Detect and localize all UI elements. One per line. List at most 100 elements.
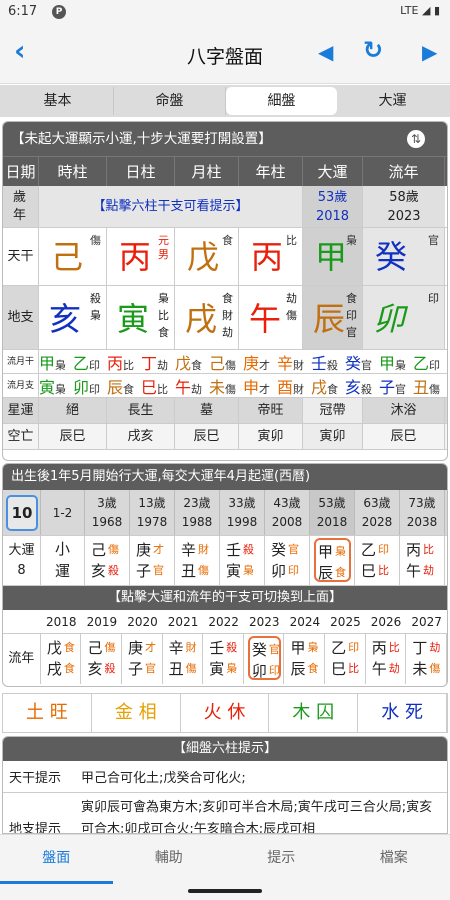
liuyue_gan-item[interactable]: 己傷	[209, 350, 243, 373]
liuyue_zhi-char: 巳	[141, 378, 158, 397]
dizhi-cell[interactable]: 午劫傷	[239, 286, 303, 349]
tiangan-cell[interactable]: 丙元男	[107, 228, 175, 285]
dayun-age-cell[interactable]: 53歲 2018	[303, 186, 363, 227]
liuyue_gan-item[interactable]: 壬殺	[311, 350, 345, 373]
tiangan-cell[interactable]: 甲梟	[303, 228, 363, 285]
nav-board[interactable]: 盤面	[0, 835, 113, 884]
liuyue_zhi-item[interactable]: 寅梟	[39, 374, 73, 397]
pillar-cell[interactable]: 癸官卯印	[265, 536, 310, 585]
tiangan-cell[interactable]: 己傷	[39, 228, 107, 285]
pillar-cell[interactable]: 乙印巳比	[355, 536, 400, 585]
pillar-cell[interactable]: 甲梟辰食	[284, 634, 326, 684]
pillar-gan-tag: 食	[63, 641, 75, 654]
liuyue_zhi-item[interactable]: 午劫	[175, 374, 209, 397]
pillar-gan: 己	[87, 639, 103, 657]
pillar-cell[interactable]: 己傷亥殺	[85, 536, 130, 585]
dizhi-cell[interactable]: 戌食財劫	[175, 286, 239, 349]
pillar-cell[interactable]: 丁劫未傷	[406, 634, 447, 684]
liuyue_zhi-item[interactable]: 子官	[379, 374, 413, 397]
liuyue_zhi-item[interactable]: 卯印	[73, 374, 107, 397]
liuyue_zhi-item[interactable]: 酉財	[277, 374, 311, 397]
column-header-5: 大運	[303, 157, 363, 186]
liuyue_zhi-item[interactable]: 戌食	[311, 374, 345, 397]
dayun-age-cell[interactable]: 43歲 2008	[265, 490, 310, 535]
dayun-age-cell[interactable]: 13歲 1978	[130, 490, 175, 535]
tab-chart[interactable]: 命盤	[114, 87, 226, 115]
pillar-cell[interactable]: 乙印巳比	[325, 634, 366, 684]
dizhi-cell[interactable]: 辰食印官	[303, 286, 363, 349]
pillar-cell[interactable]: 丙比午劫	[400, 536, 445, 585]
pillar-cell[interactable]: 丙比午劫	[366, 634, 407, 684]
dayun-age-cell[interactable]: 53歲 2018	[310, 490, 355, 535]
liuyue_gan-item[interactable]: 乙印	[73, 350, 107, 373]
tiangan-cell[interactable]: 癸官	[363, 228, 445, 285]
xiaoyun-cell[interactable]: 小運	[41, 536, 85, 585]
liuyue_gan-item[interactable]: 戊食	[175, 350, 209, 373]
dizhi-tag: 官	[346, 326, 357, 339]
dayun-age-cell[interactable]: 33歲 1998	[220, 490, 265, 535]
liuyue_gan-item[interactable]: 甲梟	[39, 350, 73, 373]
dizhi-char: 午	[249, 300, 282, 338]
refresh-icon[interactable]: ↻	[363, 36, 383, 64]
pillar-zhi: 子	[136, 562, 152, 580]
bottom-nav: 盤面 輔助 提示 檔案	[0, 834, 450, 884]
liuyue_gan-item[interactable]: 癸官	[345, 350, 379, 373]
liuyue_gan-item[interactable]: 乙印	[413, 350, 447, 373]
pillar-cell[interactable]: 辛財丑傷	[175, 536, 220, 585]
dizhi-cell[interactable]: 亥殺梟	[39, 286, 107, 349]
tiangan-tag: 官	[428, 234, 439, 247]
xiaoyun-label: 小運	[54, 540, 70, 580]
dizhi-cell[interactable]: 寅梟比食	[107, 286, 175, 349]
dayun-age-cell[interactable]: 3歲 1968	[85, 490, 130, 535]
pillar-cell[interactable]: 己傷亥殺	[81, 634, 123, 684]
pillar-cell[interactable]: 庚才子官	[122, 634, 163, 684]
liuyue_gan-char: 乙	[413, 354, 430, 373]
tab-detail[interactable]: 細盤	[226, 87, 337, 115]
dizhi-tag: 殺	[90, 292, 101, 305]
liuyue_zhi-tag: 食	[327, 383, 339, 396]
dayun-age-row: 10 1-2 3歲 1968 13歲 1978 23歲 1988 33歲 1998 43歲 2008 5…	[3, 490, 447, 536]
prev-icon[interactable]: ◀	[318, 40, 333, 64]
tiangan-cell[interactable]: 丙比	[239, 228, 303, 285]
pillar-cell[interactable]: 壬殺寅梟	[203, 634, 244, 684]
dizhi-cell[interactable]: 卯印	[363, 286, 445, 349]
dizhi-char: 辰	[313, 300, 346, 338]
liuyue_zhi-item[interactable]: 巳比	[141, 374, 175, 397]
dayun-year: 2018	[315, 209, 350, 224]
next-icon[interactable]: ▶	[422, 40, 437, 64]
liuyue_gan-item[interactable]: 庚才	[243, 350, 277, 373]
pillar-cell[interactable]: 壬殺寅梟	[220, 536, 265, 585]
pillar-zhi: 卯	[271, 562, 287, 580]
liuyue_zhi-item[interactable]: 丑傷	[413, 374, 447, 397]
liuyue_zhi-item[interactable]: 辰食	[107, 374, 141, 397]
liuyue_gan-item[interactable]: 丁劫	[141, 350, 175, 373]
tab-basic[interactable]: 基本	[2, 87, 114, 115]
liuyue_zhi-item[interactable]: 申才	[243, 374, 277, 397]
tiangan-cell[interactable]: 戊食	[175, 228, 239, 285]
dayun-age-cell[interactable]: 63歲 2028	[355, 490, 400, 535]
nav-assist[interactable]: 輔助	[113, 835, 226, 884]
pillar-zhi: 寅	[226, 562, 242, 580]
pillar-cell[interactable]: 甲梟辰食	[310, 536, 355, 585]
tab-dayun[interactable]: 大運	[337, 87, 448, 115]
swap-icon[interactable]: ⇅	[407, 130, 425, 148]
liuyue_gan-char: 癸	[345, 354, 362, 373]
liunian-age-cell[interactable]: 58歲 2023	[363, 186, 445, 227]
pillar-zhi-tag: 劫	[388, 662, 400, 675]
nav-files[interactable]: 檔案	[338, 835, 450, 884]
dayun-age-cell[interactable]: 73歲 2038	[400, 490, 445, 535]
pillar-cell[interactable]: 戊食戌食	[41, 634, 82, 684]
nav-tips[interactable]: 提示	[225, 835, 338, 884]
liuyue_gan-item[interactable]: 甲梟	[379, 350, 413, 373]
liuyue_zhi-item[interactable]: 未傷	[209, 374, 243, 397]
liuyue_gan-item[interactable]: 丙比	[107, 350, 141, 373]
xingyun-cell: 長生	[107, 398, 175, 423]
liuyue_zhi-item[interactable]: 亥殺	[345, 374, 379, 397]
pillar-cell[interactable]: 庚才子官	[130, 536, 175, 585]
pillar-cell[interactable]: 癸官卯印	[244, 634, 285, 684]
pillar-cell[interactable]: 辛財丑傷	[163, 634, 204, 684]
liuyue_gan-item[interactable]: 辛財	[277, 350, 311, 373]
dayun-count-box[interactable]: 10	[3, 490, 41, 535]
dayun-age-cell[interactable]: 23歲 1988	[175, 490, 220, 535]
dayun-age: 73歲	[408, 496, 436, 510]
